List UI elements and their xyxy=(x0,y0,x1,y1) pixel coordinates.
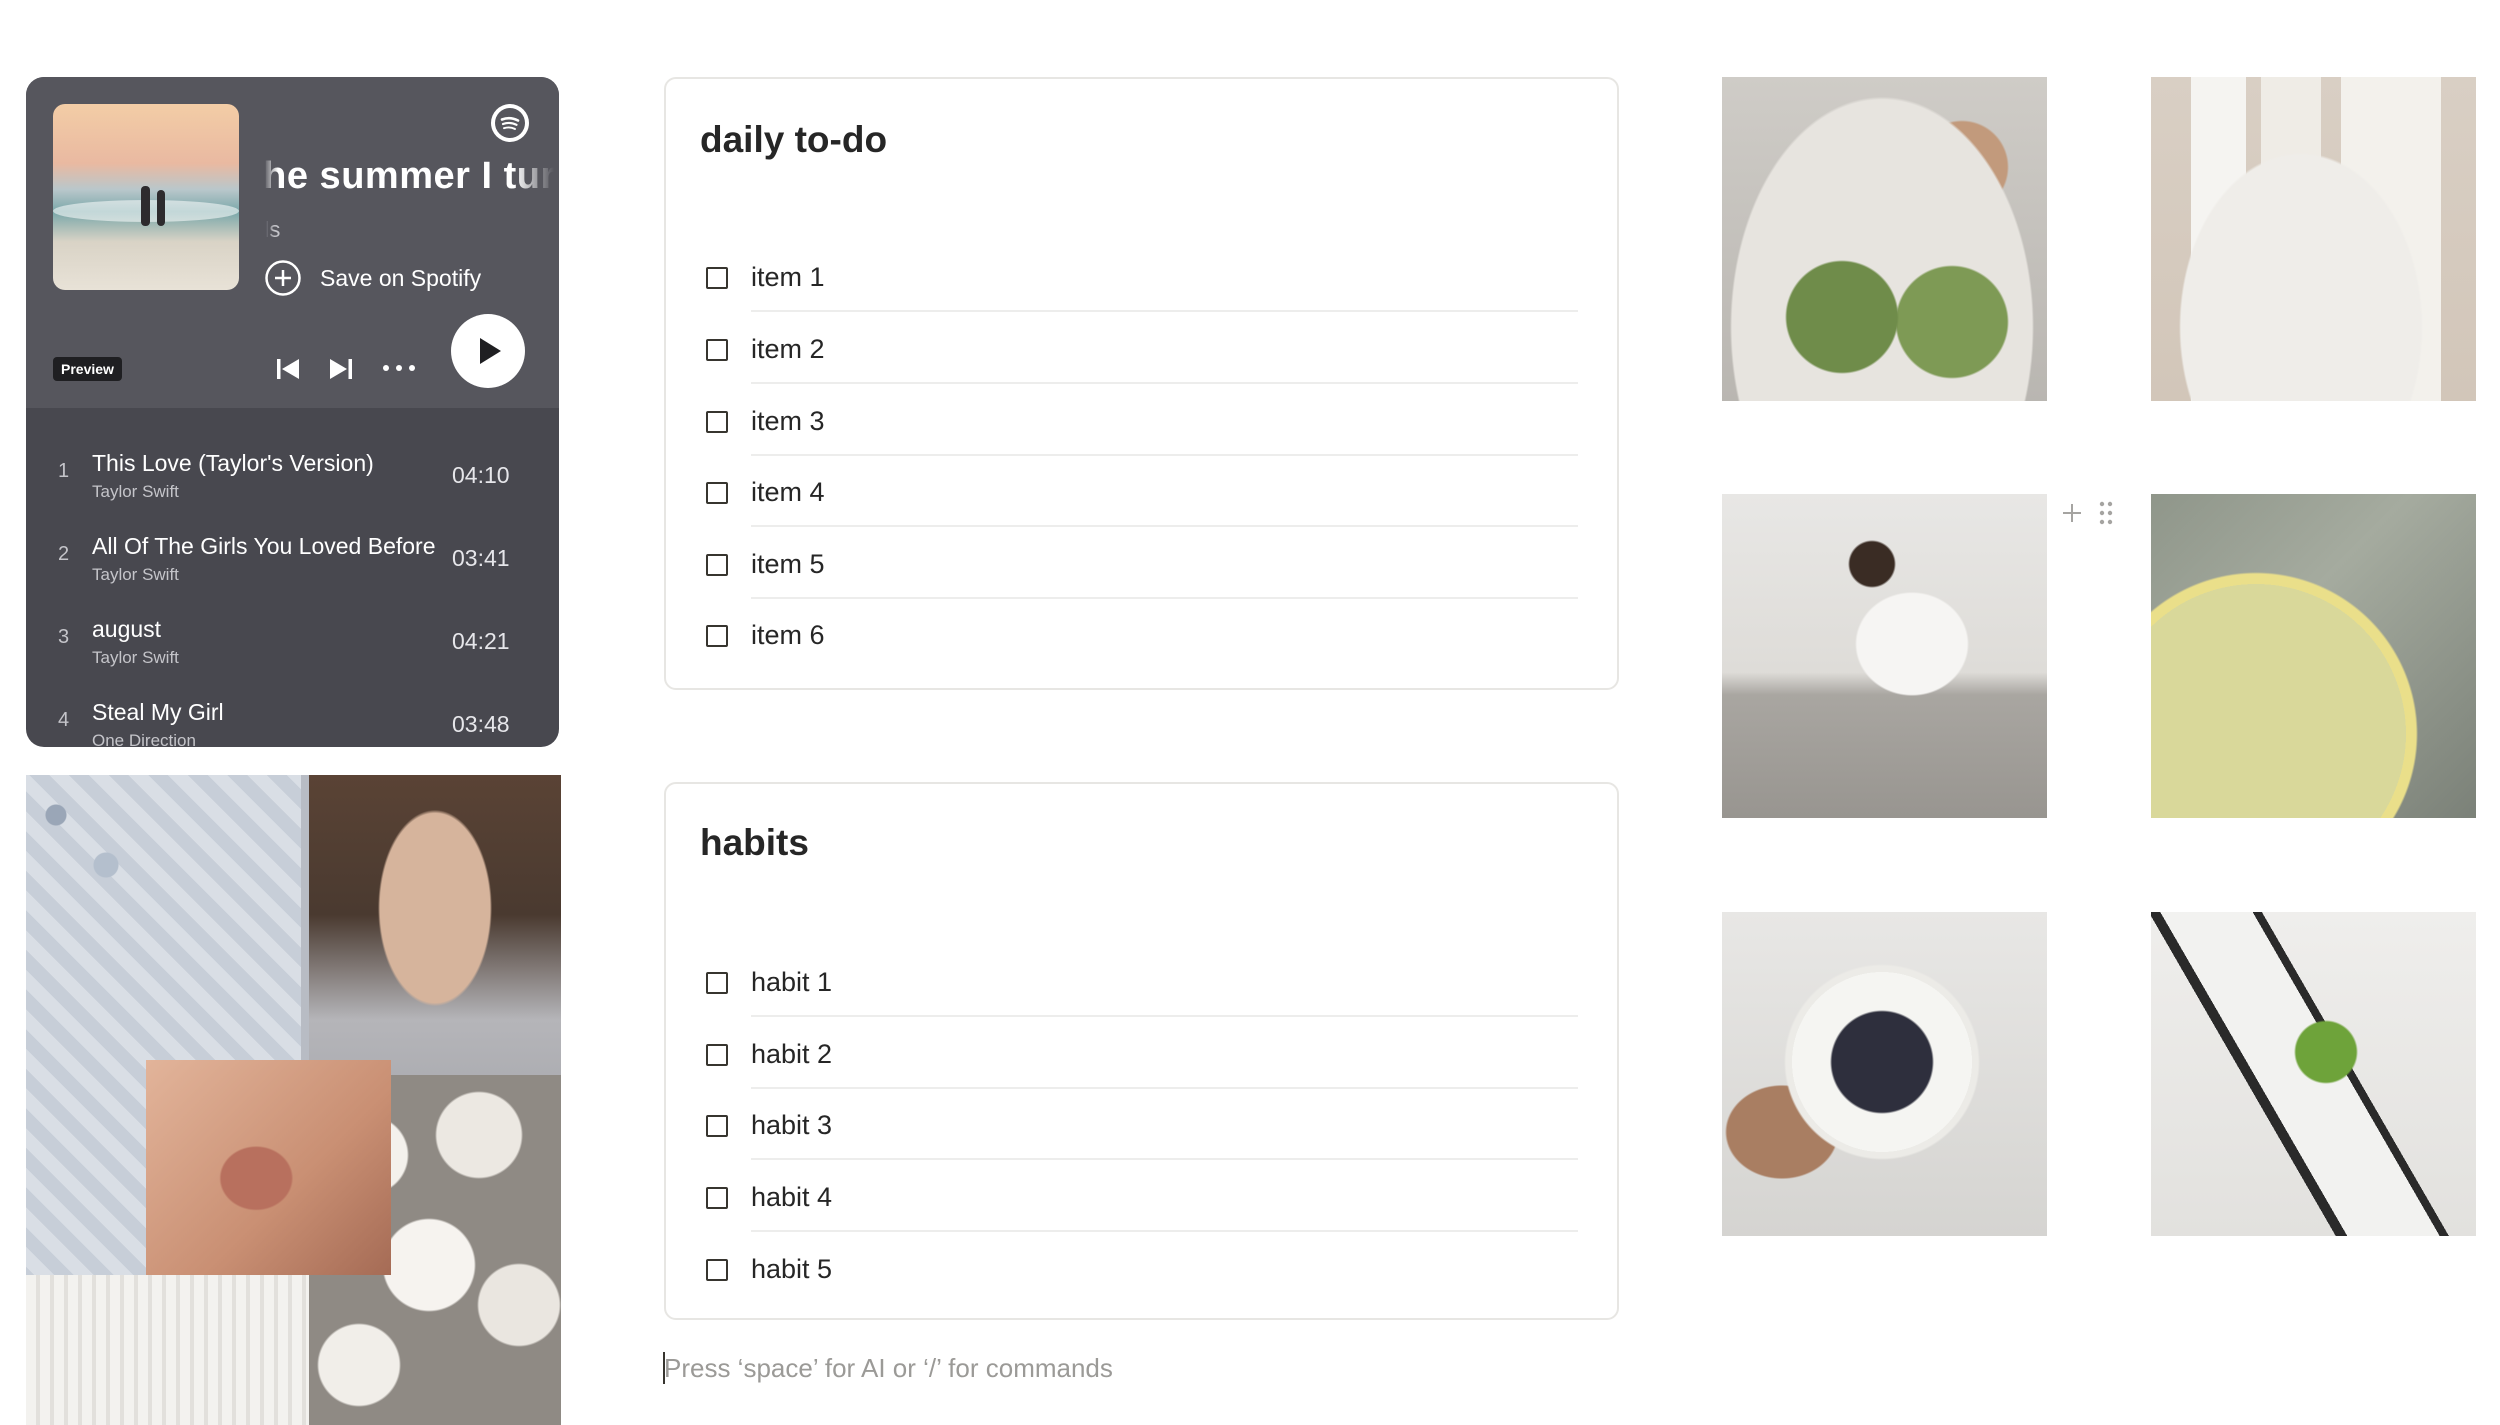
habits-heading[interactable]: habits xyxy=(700,822,809,864)
track-number: 4 xyxy=(58,709,70,731)
row-divider xyxy=(751,1087,1578,1089)
track-artist: Taylor Swift xyxy=(92,565,179,584)
save-on-spotify-label: Save on Spotify xyxy=(320,264,482,291)
track-number: 1 xyxy=(58,460,70,482)
photo-yogurt-bowl[interactable] xyxy=(1722,912,2047,1236)
daily-todo-card: daily to-do item 1 item 2 item 3 item 4 … xyxy=(664,77,1619,690)
skip-previous-icon[interactable] xyxy=(273,354,303,384)
save-on-spotify-button[interactable]: Save on Spotify xyxy=(264,259,481,297)
habit-label[interactable]: habit 1 xyxy=(751,967,832,998)
track-name: august xyxy=(92,616,162,642)
checkbox[interactable] xyxy=(706,1187,728,1209)
todo-label[interactable]: item 1 xyxy=(751,262,825,293)
track-artist: Taylor Swift xyxy=(92,482,179,501)
track-duration: 04:10 xyxy=(452,462,510,488)
todo-item: item 4 xyxy=(704,477,1578,551)
todo-item: item 1 xyxy=(704,262,1578,336)
editor-placeholder[interactable]: Press ‘space’ for AI or ‘/’ for commands xyxy=(664,1353,1113,1384)
track-number: 2 xyxy=(58,543,70,565)
photo-bath-products[interactable] xyxy=(2151,77,2476,401)
habit-label[interactable]: habit 5 xyxy=(751,1254,832,1285)
checkbox[interactable] xyxy=(706,1044,728,1066)
spotify-embed[interactable]: the summer I turned pretty nels Save on … xyxy=(26,77,559,747)
track-row[interactable]: 1 This Love (Taylor's Version) Taylor Sw… xyxy=(26,422,559,505)
add-circle-icon xyxy=(265,260,301,296)
moodboard-collage-image[interactable] xyxy=(26,775,561,1425)
block-handles xyxy=(2060,500,2114,526)
checkbox[interactable] xyxy=(706,972,728,994)
track-row[interactable]: 4 Steal My Girl One Direction 03:48 xyxy=(26,671,559,747)
playlist-title[interactable]: the summer I turned pretty xyxy=(264,155,554,211)
habit-item: habit 2 xyxy=(704,1039,1578,1113)
row-divider xyxy=(751,1015,1578,1017)
playlist-artist[interactable]: nels xyxy=(266,217,546,257)
collage-lips xyxy=(146,1060,391,1275)
row-divider xyxy=(751,454,1578,456)
todo-item: item 3 xyxy=(704,406,1578,480)
todo-label[interactable]: item 4 xyxy=(751,477,825,508)
todo-label[interactable]: item 5 xyxy=(751,549,825,580)
checkbox[interactable] xyxy=(706,411,728,433)
row-divider xyxy=(751,310,1578,312)
photo-yoga-stretch[interactable] xyxy=(1722,494,2047,818)
todo-item: item 2 xyxy=(704,334,1578,408)
checkbox[interactable] xyxy=(706,625,728,647)
habits-card: habits habit 1 habit 2 habit 3 habit 4 h… xyxy=(664,782,1619,1320)
play-button[interactable] xyxy=(451,314,525,388)
daily-todo-heading[interactable]: daily to-do xyxy=(700,119,887,161)
checkbox[interactable] xyxy=(706,1115,728,1137)
photo-lemon-water[interactable] xyxy=(2151,494,2476,818)
track-artist: Taylor Swift xyxy=(92,648,179,667)
row-divider xyxy=(751,525,1578,527)
collage-blouse xyxy=(26,1275,309,1425)
habit-item: habit 3 xyxy=(704,1110,1578,1184)
checkbox[interactable] xyxy=(706,1259,728,1281)
todo-label[interactable]: item 3 xyxy=(751,406,825,437)
habit-label[interactable]: habit 4 xyxy=(751,1182,832,1213)
habit-item: habit 1 xyxy=(704,967,1578,1041)
habit-label[interactable]: habit 3 xyxy=(751,1110,832,1141)
more-icon[interactable] xyxy=(381,362,417,374)
add-block-icon[interactable] xyxy=(2060,501,2084,525)
playlist-title-text: the summer I turned pretty xyxy=(264,155,554,197)
track-duration: 03:41 xyxy=(452,545,510,571)
album-art-figure xyxy=(141,186,150,226)
album-art-figure xyxy=(157,190,165,226)
row-divider xyxy=(751,1230,1578,1232)
row-divider xyxy=(751,1158,1578,1160)
todo-label[interactable]: item 2 xyxy=(751,334,825,365)
habit-item: habit 4 xyxy=(704,1182,1578,1256)
habit-item: habit 5 xyxy=(704,1254,1244,1328)
todo-label[interactable]: item 6 xyxy=(751,620,825,651)
playlist-artist-text: nels xyxy=(266,217,281,242)
play-icon xyxy=(480,338,501,364)
spotify-logo-icon[interactable] xyxy=(491,104,529,142)
row-divider xyxy=(751,382,1578,384)
habit-label[interactable]: habit 2 xyxy=(751,1039,832,1070)
checkbox[interactable] xyxy=(706,267,728,289)
track-name: This Love (Taylor's Version) xyxy=(92,450,374,476)
preview-badge: Preview xyxy=(53,357,122,381)
row-divider xyxy=(751,597,1578,599)
skip-next-icon[interactable] xyxy=(326,354,356,384)
track-row[interactable]: 3 august Taylor Swift 04:21 xyxy=(26,588,559,671)
drag-handle-icon[interactable] xyxy=(2098,500,2114,526)
track-name: All Of The Girls You Loved Before xyxy=(92,533,436,559)
todo-item: item 6 xyxy=(704,620,1244,694)
checkbox[interactable] xyxy=(706,482,728,504)
checkbox[interactable] xyxy=(706,554,728,576)
track-artist: One Direction xyxy=(92,731,196,747)
track-name: Steal My Girl xyxy=(92,699,224,725)
track-number: 3 xyxy=(58,626,70,648)
track-duration: 04:21 xyxy=(452,628,510,654)
todo-item: item 5 xyxy=(704,549,1578,623)
track-row[interactable]: 2 All Of The Girls You Loved Before Tayl… xyxy=(26,505,559,588)
album-art[interactable] xyxy=(53,104,239,290)
photo-matcha-and-reader[interactable] xyxy=(2151,912,2476,1236)
track-duration: 03:48 xyxy=(452,711,510,737)
checkbox[interactable] xyxy=(706,339,728,361)
photo-toast-and-coffee[interactable] xyxy=(1722,77,2047,401)
